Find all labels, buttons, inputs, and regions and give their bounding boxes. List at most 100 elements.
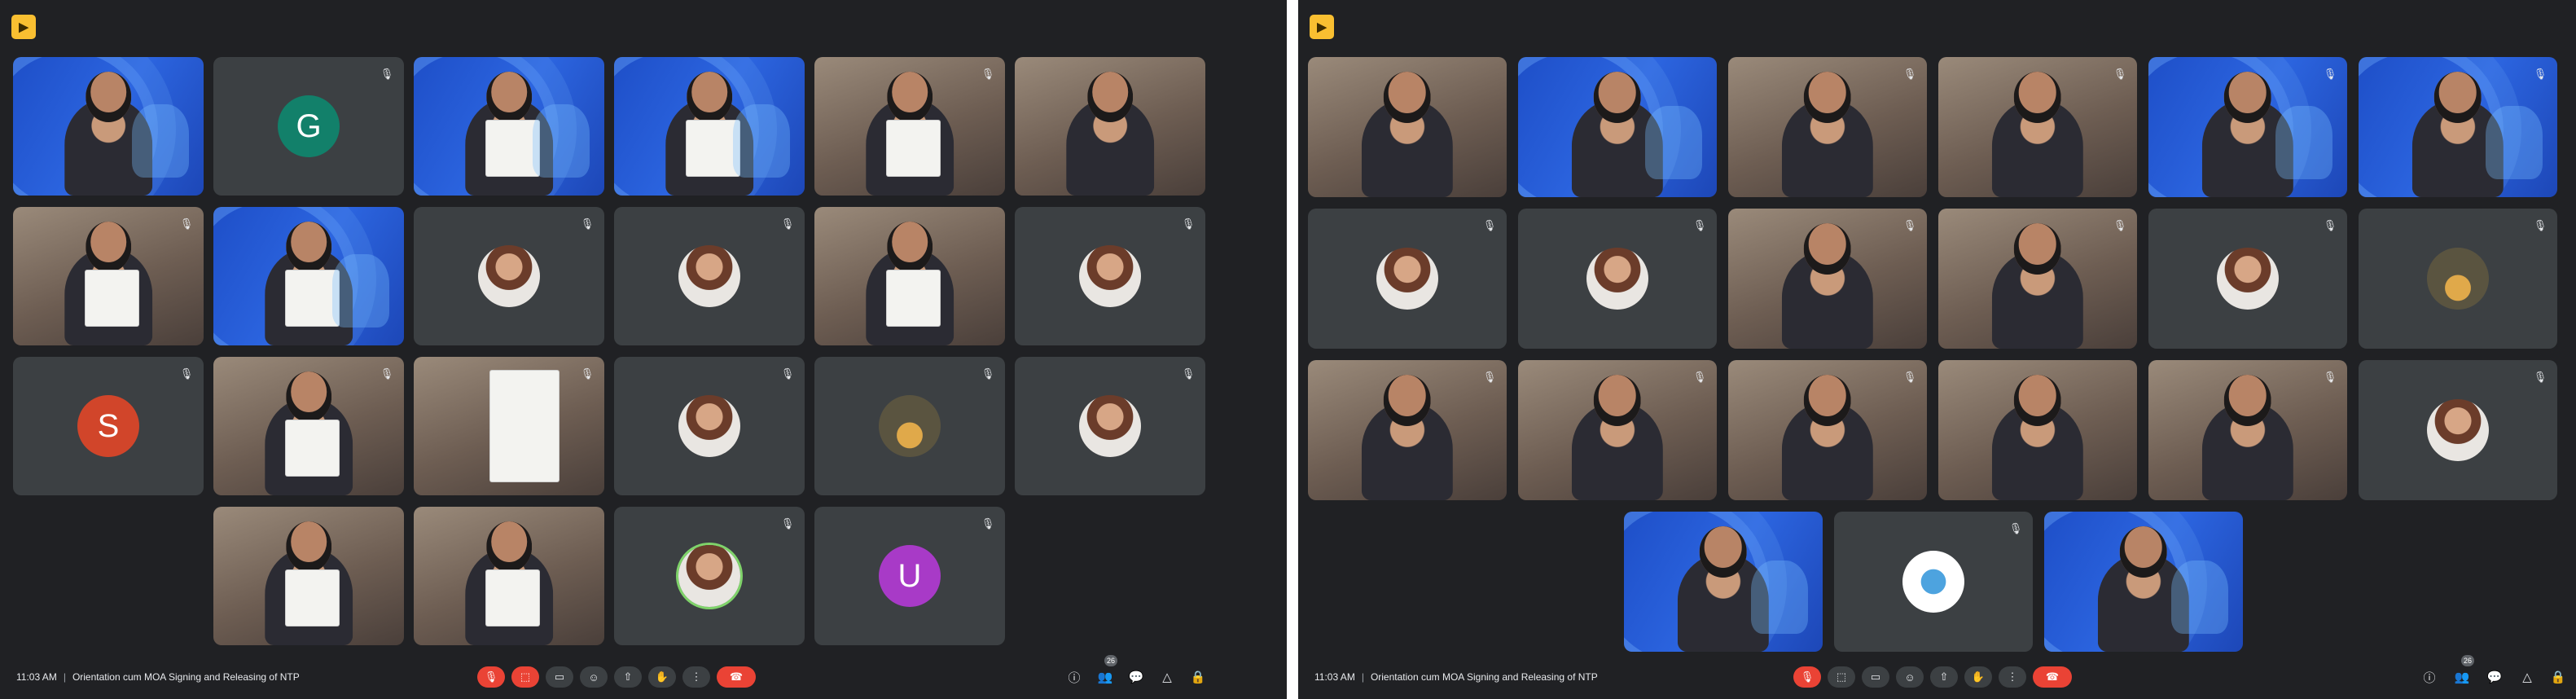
participant-tile[interactable] [1308, 57, 1507, 197]
mic-off-icon: 🎙 [2533, 68, 2547, 80]
participant-tile[interactable] [1938, 360, 2137, 500]
mic-off-icon: 🎙 [780, 218, 795, 230]
participant-tile[interactable] [814, 207, 1005, 345]
participant-photo [678, 545, 740, 607]
participant-tile[interactable] [213, 207, 404, 345]
participant-tile[interactable]: 🎙 [2359, 57, 2557, 197]
people-icon[interactable]: 👥 [1096, 668, 1114, 686]
participant-photo [478, 245, 540, 307]
participant-tile[interactable]: 🎙 [1728, 209, 1927, 349]
participant-tile[interactable]: 🎙 [2359, 360, 2557, 500]
participant-tile[interactable]: 🎙 [1308, 360, 1507, 500]
captions-icon[interactable]: ▭ [1862, 666, 1889, 688]
participant-tile[interactable]: 🎙 [814, 357, 1005, 495]
mic-off-icon: 🎙 [1692, 219, 1707, 231]
participant-tile[interactable]: 🎙 [614, 507, 805, 645]
mic-off-icon: 🎙 [380, 68, 394, 80]
participant-tile[interactable]: 🎙 [1938, 209, 2137, 349]
participant-tile[interactable]: U 🎙 [814, 507, 1005, 645]
mic-off-icon: 🎙 [2533, 371, 2547, 383]
people-icon[interactable]: 👥 [2453, 668, 2471, 686]
raise-hand-icon[interactable]: ✋ [648, 666, 676, 688]
raise-hand-icon[interactable]: ✋ [1964, 666, 1992, 688]
participant-photo [879, 395, 941, 457]
participant-tile[interactable] [414, 57, 604, 196]
info-icon[interactable]: ⓘ [1065, 668, 1083, 686]
mic-off-icon: 🎙 [580, 367, 595, 380]
participant-tile[interactable] [1518, 57, 1717, 197]
chat-icon[interactable]: 💬 [1127, 668, 1145, 686]
captions-icon[interactable]: ▭ [546, 666, 573, 688]
participant-tile[interactable] [1624, 512, 1823, 652]
mic-off-icon[interactable]: 🎙 [1793, 666, 1821, 688]
info-icon[interactable]: ⓘ [2420, 668, 2438, 686]
participant-tile[interactable] [13, 57, 204, 196]
participant-tile[interactable] [2044, 512, 2243, 652]
participant-tile[interactable] [213, 507, 404, 645]
more-options-icon[interactable]: ⋮ [682, 666, 710, 688]
meeting-title: Orientation cum MOA Signing and Releasin… [72, 671, 300, 683]
mic-off-icon: 🎙 [2113, 219, 2127, 231]
participant-tile[interactable]: 🎙 [1728, 360, 1927, 500]
mic-off-icon: 🎙 [780, 367, 795, 380]
separator: | [1361, 671, 1364, 683]
meeting-time: 11:03 AM [16, 671, 57, 683]
participant-tile[interactable]: 🎙 [614, 207, 805, 345]
mic-off-icon: 🎙 [179, 367, 194, 380]
host-controls-icon[interactable]: 🔒 [2549, 668, 2567, 686]
mic-off-icon: 🎙 [179, 218, 194, 230]
participant-tile[interactable]: 🎙 [2148, 209, 2347, 349]
participant-tile[interactable]: 🎙 [1518, 209, 1717, 349]
participant-photo [678, 395, 740, 457]
document-held [485, 570, 540, 626]
participant-count: 26 [1104, 655, 1117, 666]
participant-tile[interactable]: 🎙 [2148, 360, 2347, 500]
chat-icon[interactable]: 💬 [2486, 668, 2504, 686]
camera-off-icon[interactable]: ⬚ [511, 666, 539, 688]
participant-tile[interactable]: 🎙 [213, 357, 404, 495]
participant-video [1571, 99, 1664, 197]
participant-tile[interactable]: 🎙 [1728, 57, 1927, 197]
participant-video [1677, 553, 1770, 652]
mic-off-icon: 🎙 [580, 218, 595, 230]
participant-tile[interactable] [1015, 57, 1205, 196]
participant-tile[interactable]: 🎙 [414, 207, 604, 345]
emoji-icon[interactable]: ☺ [1896, 666, 1924, 688]
participant-tile[interactable]: G 🎙 [213, 57, 404, 196]
participant-tile[interactable]: 🎙 [1938, 57, 2137, 197]
end-call-icon[interactable]: ☎ [717, 666, 756, 688]
camera-icon[interactable]: ⬚ [1828, 666, 1855, 688]
avatar: G [278, 95, 340, 157]
participant-tile[interactable]: 🎙 [1308, 209, 1507, 349]
activities-icon[interactable]: △ [2518, 668, 2536, 686]
participant-tile[interactable] [414, 507, 604, 645]
participant-tile[interactable]: 🎙 [614, 357, 805, 495]
participant-tile[interactable]: 🎙 [1015, 357, 1205, 495]
mic-off-icon: 🎙 [2323, 68, 2337, 80]
more-options-icon[interactable]: ⋮ [1999, 666, 2026, 688]
participant-tile[interactable]: 🎙 [1834, 512, 2033, 652]
mic-off-icon: 🎙 [2323, 371, 2337, 383]
emoji-icon[interactable]: ☺ [580, 666, 608, 688]
mic-off-icon: 🎙 [1482, 371, 1497, 383]
participant-tile[interactable] [614, 57, 805, 196]
participant-tile[interactable]: 🎙 [13, 207, 204, 345]
participant-tile[interactable]: 🎙 [414, 357, 604, 495]
present-icon[interactable]: ⇧ [1930, 666, 1958, 688]
participant-tile[interactable]: 🎙 [1518, 360, 1717, 500]
mic-off-icon[interactable]: 🎙 [477, 666, 505, 688]
activities-icon[interactable]: △ [1158, 668, 1176, 686]
document-held [489, 371, 559, 481]
participant-tile[interactable]: 🎙 [814, 57, 1005, 196]
participant-tile[interactable]: 🎙 [1015, 207, 1205, 345]
participant-tile[interactable]: S 🎙 [13, 357, 204, 495]
participant-tile[interactable]: 🎙 [2359, 209, 2557, 349]
host-controls-icon[interactable]: 🔒 [1189, 668, 1207, 686]
mic-off-icon: 🎙 [2323, 219, 2337, 231]
present-icon[interactable]: ⇧ [614, 666, 642, 688]
participant-tile[interactable]: 🎙 [2148, 57, 2347, 197]
participant-photo [1079, 245, 1141, 307]
mic-off-icon: 🎙 [981, 517, 995, 530]
mic-off-icon: 🎙 [2533, 219, 2547, 231]
end-call-icon[interactable]: ☎ [2033, 666, 2072, 688]
